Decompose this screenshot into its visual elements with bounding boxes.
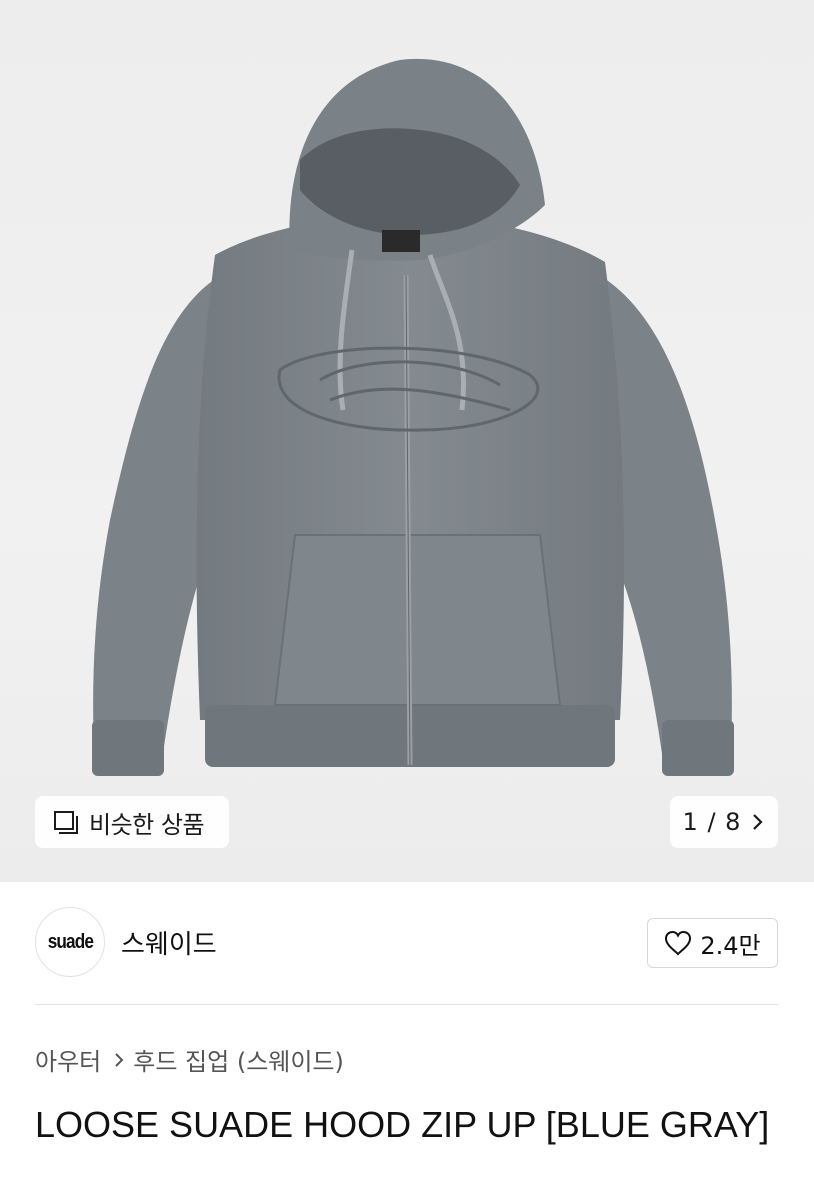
brand-logo-text: suade xyxy=(47,930,93,953)
product-title: LOOSE SUADE HOOD ZIP UP [BLUE GRAY] xyxy=(35,1104,770,1145)
brand-row: suade 스웨이드 2.4만 xyxy=(35,906,778,978)
breadcrumb-category[interactable]: 아우터 xyxy=(35,1042,101,1077)
page-count: 1 / 8 xyxy=(682,808,742,836)
similar-items-icon xyxy=(53,809,79,835)
breadcrumb-subcategory[interactable]: 후드 집업 (스웨이드) xyxy=(133,1042,344,1077)
breadcrumb: 아우터 후드 집업 (스웨이드) xyxy=(35,1042,344,1077)
heart-outline-icon xyxy=(664,930,692,956)
product-image-gallery[interactable]: 비슷한 상품 1 / 8 xyxy=(0,0,814,882)
similar-products-button[interactable]: 비슷한 상품 xyxy=(35,796,229,848)
chevron-right-icon xyxy=(751,812,765,832)
like-count: 2.4만 xyxy=(700,931,761,960)
chevron-right-icon xyxy=(113,1051,125,1069)
image-page-indicator[interactable]: 1 / 8 xyxy=(670,796,778,848)
product-image xyxy=(92,58,734,776)
divider xyxy=(35,1004,778,1005)
brand-name[interactable]: 스웨이드 xyxy=(121,924,217,961)
brand-logo[interactable]: suade xyxy=(35,907,105,977)
similar-products-label: 비슷한 상품 xyxy=(89,810,205,839)
like-button[interactable]: 2.4만 xyxy=(647,918,778,968)
